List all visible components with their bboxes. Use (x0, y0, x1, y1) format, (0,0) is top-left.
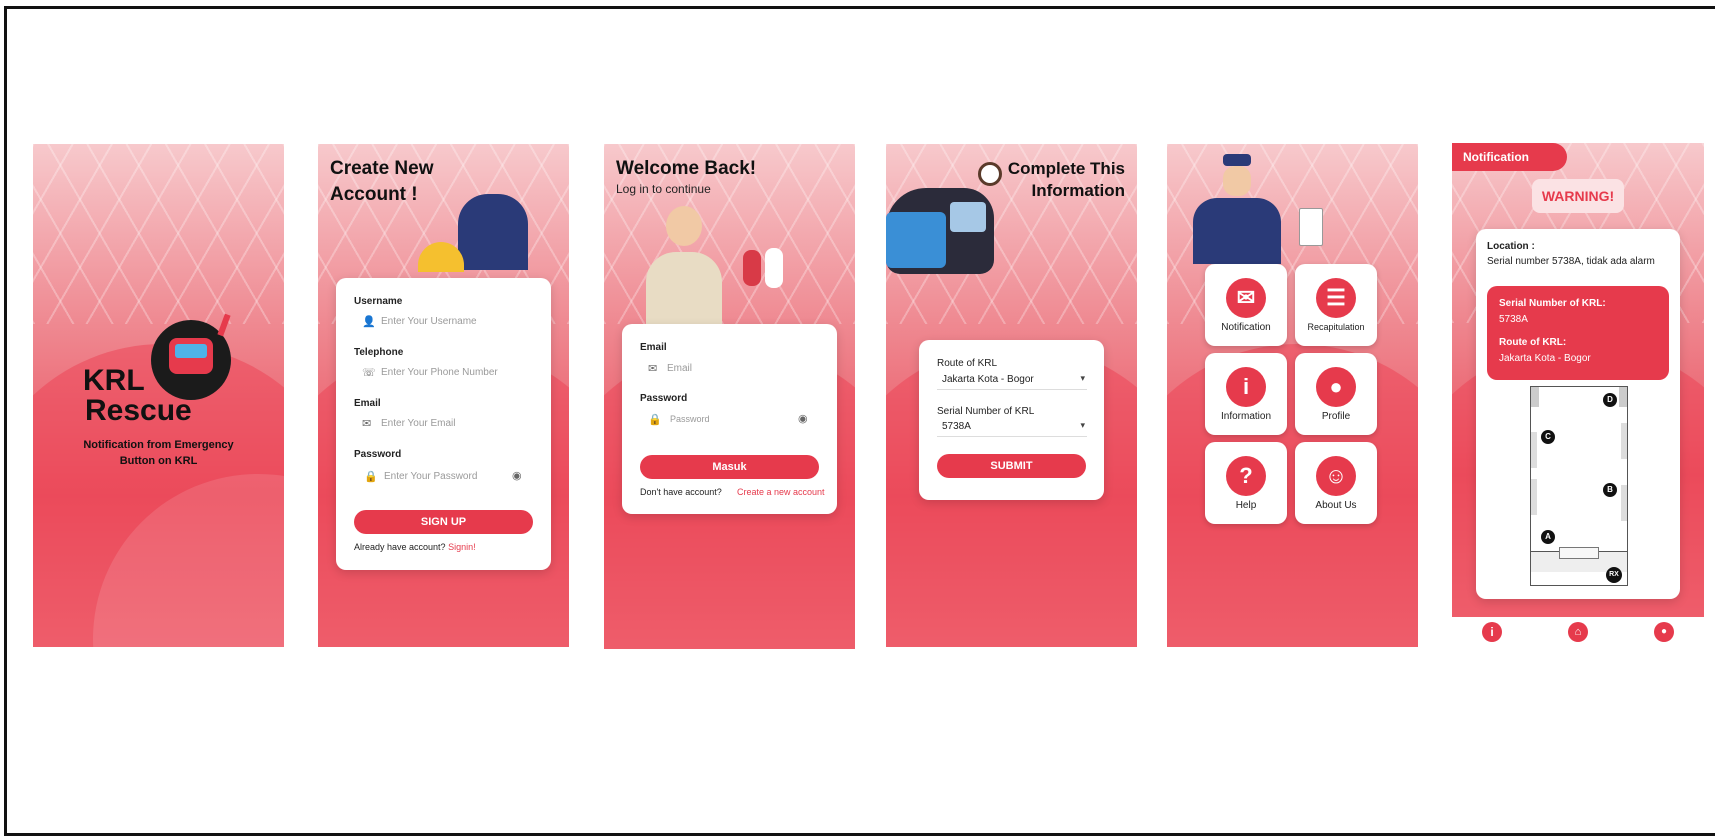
info-title-line2: Information (1031, 181, 1126, 200)
route-value: Jakarta Kota - Bogor (1499, 353, 1591, 364)
user-icon: 👤 (362, 316, 376, 328)
eye-icon[interactable]: ◉ (512, 469, 522, 482)
marker-rx[interactable]: RX (1606, 567, 1622, 583)
login-password-input[interactable]: Password (670, 414, 790, 424)
notification-header: Notification (1452, 143, 1567, 171)
login-password-label: Password (640, 393, 688, 404)
marker-d[interactable]: D (1603, 393, 1617, 407)
submit-button[interactable]: SUBMIT (937, 454, 1086, 478)
mail-alert-icon: ✉ (1226, 278, 1266, 318)
location-pin-icon (978, 162, 1002, 186)
location-label: Location : (1487, 241, 1535, 252)
create-account-link[interactable]: Create a new account (737, 487, 825, 497)
train-car-diagram: D C B A RX (1530, 386, 1628, 586)
notification-card: Location : Serial number 5738A, tidak ad… (1476, 229, 1680, 599)
username-input[interactable]: Enter Your Username (381, 316, 541, 327)
police-officer-illustration-icon (458, 194, 528, 270)
telephone-input[interactable]: Enter Your Phone Number (381, 367, 541, 378)
menu-screen: ✉ Notification ☰ Recapitulation i Inform… (1167, 144, 1418, 647)
login-email-label: Email (640, 342, 667, 353)
train-illustration-icon (886, 188, 994, 278)
chevron-down-icon: ▾ (1080, 420, 1085, 430)
tagline-line2: Button on KRL (119, 455, 198, 467)
bottom-nav: i ⌂ ● (1452, 620, 1704, 644)
help-tile[interactable]: ? Help (1205, 442, 1287, 524)
signup-title-line1: Create New (330, 158, 434, 179)
signup-card: Username 👤 Enter Your Username Telephone… (336, 278, 551, 570)
serial-label: Serial Number of KRL: (1499, 298, 1606, 309)
serial-value: 5738A (942, 421, 971, 432)
about-us-tile[interactable]: ☺ About Us (1295, 442, 1377, 524)
sign-up-button[interactable]: SIGN UP (354, 510, 533, 534)
mail-icon: ✉ (648, 363, 658, 375)
login-card: Email ✉ Email Password 🔒 Password ◉ Masu… (622, 324, 837, 514)
app-name-line1: KRL (83, 364, 145, 397)
route-label: Route of KRL: (1499, 337, 1567, 348)
serial-select[interactable]: 5738A ▾ (937, 420, 1087, 437)
eye-icon[interactable]: ◉ (798, 412, 808, 425)
info-form-card: Route of KRL Jakarta Kota - Bogor ▾ Seri… (919, 340, 1104, 500)
masuk-button[interactable]: Masuk (640, 455, 819, 479)
marker-c[interactable]: C (1541, 430, 1555, 444)
route-label: Route of KRL (937, 358, 998, 369)
couple-illustration-icon (739, 234, 789, 294)
krl-info-panel: Serial Number of KRL: 5738A Route of KRL… (1487, 286, 1669, 380)
email-input[interactable]: Enter Your Email (381, 418, 541, 429)
signup-screen: Create New Account ! Username 👤 Enter Yo… (318, 144, 569, 647)
group-icon: ☺ (1316, 456, 1356, 496)
info-icon: i (1226, 367, 1266, 407)
chevron-down-icon: ▾ (1080, 373, 1085, 383)
profile-icon[interactable]: ● (1654, 622, 1674, 642)
login-screen: Welcome Back! Log in to continue Email ✉… (604, 144, 855, 649)
person-crossed-arms-illustration-icon (646, 206, 722, 326)
lock-icon: 🔒 (364, 471, 378, 483)
profile-tile[interactable]: ● Profile (1295, 353, 1377, 435)
route-value: Jakarta Kota - Bogor (942, 374, 1034, 385)
tagline-line1: Notification from Emergency (83, 439, 234, 451)
serial-label: Serial Number of KRL (937, 406, 1035, 417)
train-logo-icon (151, 313, 231, 400)
info-form-screen: Complete This Information Route of KRL J… (886, 144, 1137, 647)
no-account-text: Don't have account? (640, 487, 722, 497)
splash-screen: KRL Rescue Notification from Emergency B… (33, 144, 284, 647)
police-officer-illustration-icon (1185, 154, 1281, 264)
clipboard-icon: ☰ (1316, 278, 1356, 318)
telephone-label: Telephone (354, 347, 404, 358)
profile-icon: ● (1316, 367, 1356, 407)
password-label: Password (354, 449, 402, 460)
signup-title-line2: Account ! (330, 184, 418, 205)
serial-value: 5738A (1499, 314, 1528, 325)
username-label: Username (354, 296, 403, 307)
login-title: Welcome Back! (616, 158, 757, 179)
warning-badge: WARNING! (1532, 179, 1624, 213)
login-subtitle: Log in to continue (616, 182, 711, 196)
lock-icon: 🔒 (648, 414, 662, 426)
mail-icon: ✉ (362, 418, 372, 430)
location-text: Serial number 5738A, tidak ada alarm (1487, 256, 1655, 267)
app-name-line2: Rescue (85, 394, 192, 427)
info-icon[interactable]: i (1482, 622, 1502, 642)
signin-link[interactable]: Signin! (448, 542, 476, 552)
home-icon[interactable]: ⌂ (1568, 622, 1588, 642)
information-tile[interactable]: i Information (1205, 353, 1287, 435)
help-icon: ? (1226, 456, 1266, 496)
login-email-input[interactable]: Email (667, 363, 817, 374)
marker-b[interactable]: B (1603, 483, 1617, 497)
emergency-button-icon (1299, 208, 1323, 246)
notification-tile[interactable]: ✉ Notification (1205, 264, 1287, 346)
recapitulation-tile[interactable]: ☰ Recapitulation (1295, 264, 1377, 346)
marker-a[interactable]: A (1541, 530, 1555, 544)
already-account-text: Already have account? (354, 542, 446, 552)
phone-icon: ☏ (362, 367, 376, 379)
email-label: Email (354, 398, 381, 409)
route-select[interactable]: Jakarta Kota - Bogor ▾ (937, 373, 1087, 390)
notification-screen: Notification WARNING! Location : Serial … (1452, 143, 1704, 617)
password-input[interactable]: Enter Your Password (384, 471, 504, 482)
